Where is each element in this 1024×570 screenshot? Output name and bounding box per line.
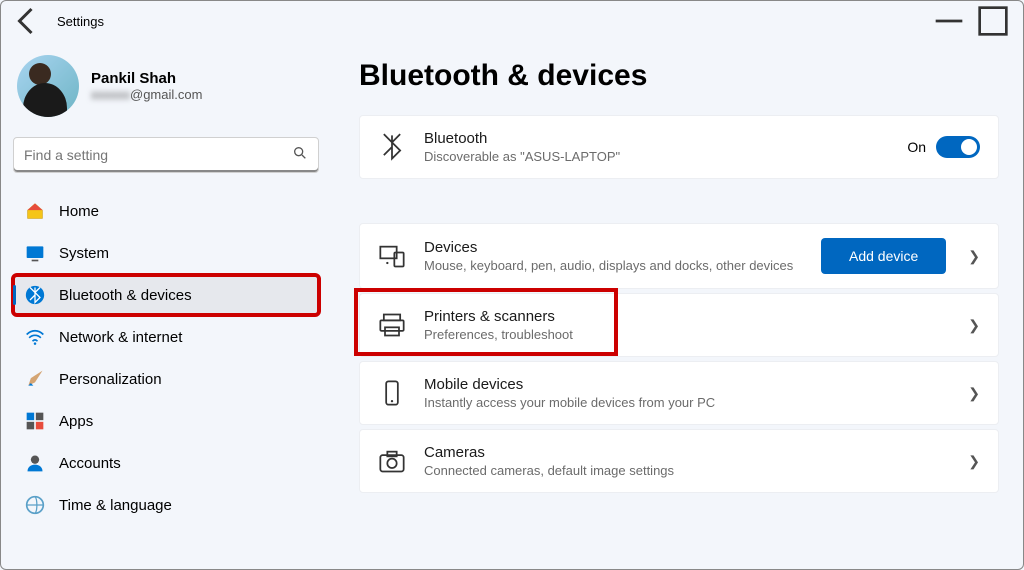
window-controls [927, 5, 1015, 37]
nav-network[interactable]: Network & internet [13, 317, 319, 357]
nav-label: Network & internet [59, 329, 182, 346]
nav-label: Personalization [59, 371, 162, 388]
nav-label: Time & language [59, 497, 172, 514]
profile-name: Pankil Shah [91, 70, 202, 87]
search-input[interactable] [24, 147, 292, 163]
card-sub: Connected cameras, default image setting… [424, 463, 960, 478]
arrow-left-icon [9, 3, 45, 39]
main-content: Bluetooth & devices Bluetooth Discoverab… [331, 41, 1023, 569]
nav-personalization[interactable]: Personalization [13, 359, 319, 399]
nav-label: System [59, 245, 109, 262]
nav-bluetooth-devices[interactable]: Bluetooth & devices [13, 275, 319, 315]
card-title: Cameras [424, 444, 960, 461]
printers-scanners-card[interactable]: Printers & scanners Preferences, trouble… [359, 293, 999, 357]
camera-icon [378, 447, 406, 475]
page-title: Bluetooth & devices [359, 59, 999, 93]
avatar [17, 55, 79, 117]
card-title: Devices [424, 239, 821, 256]
nav-label: Bluetooth & devices [59, 287, 192, 304]
nav-label: Apps [59, 413, 93, 430]
system-icon [25, 243, 45, 263]
devices-icon [378, 242, 406, 270]
nav-system[interactable]: System [13, 233, 319, 273]
minimize-icon [927, 5, 971, 37]
nav-apps[interactable]: Apps [13, 401, 319, 441]
back-button[interactable] [9, 3, 45, 39]
window-title: Settings [57, 14, 104, 29]
card-sub: Preferences, troubleshoot [424, 327, 960, 342]
add-device-button[interactable]: Add device [821, 238, 946, 274]
nav-accounts[interactable]: Accounts [13, 443, 319, 483]
titlebar: Settings [1, 1, 1023, 41]
toggle-label: On [907, 139, 926, 155]
chevron-right-icon: ❯ [968, 385, 980, 402]
chevron-right-icon: ❯ [968, 248, 980, 265]
bluetooth-card: Bluetooth Discoverable as "ASUS-LAPTOP" … [359, 115, 999, 179]
bluetooth-toggle[interactable]: On [907, 136, 980, 158]
nav-label: Accounts [59, 455, 121, 472]
bluetooth-icon [25, 285, 45, 305]
sidebar: Pankil Shah xxxxxx@gmail.com Home System [1, 41, 331, 569]
wifi-icon [25, 327, 45, 347]
chevron-right-icon: ❯ [968, 317, 980, 334]
apps-icon [25, 411, 45, 431]
card-title: Bluetooth [424, 130, 907, 147]
card-title: Printers & scanners [424, 308, 960, 325]
card-sub: Discoverable as "ASUS-LAPTOP" [424, 149, 907, 164]
profile[interactable]: Pankil Shah xxxxxx@gmail.com [13, 45, 319, 133]
toggle-switch[interactable] [936, 136, 980, 158]
printer-icon [378, 311, 406, 339]
cameras-card[interactable]: Cameras Connected cameras, default image… [359, 429, 999, 493]
card-sub: Instantly access your mobile devices fro… [424, 395, 960, 410]
profile-text: Pankil Shah xxxxxx@gmail.com [91, 70, 202, 102]
card-title: Mobile devices [424, 376, 960, 393]
nav-label: Home [59, 203, 99, 220]
bluetooth-icon [378, 133, 406, 161]
chevron-right-icon: ❯ [968, 453, 980, 470]
profile-email: xxxxxx@gmail.com [91, 87, 202, 102]
nav-time-language[interactable]: Time & language [13, 485, 319, 525]
home-icon [25, 201, 45, 221]
card-sub: Mouse, keyboard, pen, audio, displays an… [424, 258, 821, 273]
search-icon [292, 145, 308, 166]
minimize-button[interactable] [927, 5, 971, 37]
accounts-icon [25, 453, 45, 473]
brush-icon [25, 369, 45, 389]
maximize-button[interactable] [971, 5, 1015, 37]
maximize-icon [971, 5, 1015, 37]
search-box[interactable] [13, 137, 319, 173]
email-prefix: xxxxxx [91, 87, 130, 102]
devices-card[interactable]: Devices Mouse, keyboard, pen, audio, dis… [359, 223, 999, 289]
nav: Home System Bluetooth & devices Network … [13, 191, 319, 525]
mobile-devices-card[interactable]: Mobile devices Instantly access your mob… [359, 361, 999, 425]
globe-clock-icon [25, 495, 45, 515]
nav-home[interactable]: Home [13, 191, 319, 231]
mobile-icon [378, 379, 406, 407]
email-suffix: @gmail.com [130, 87, 202, 102]
